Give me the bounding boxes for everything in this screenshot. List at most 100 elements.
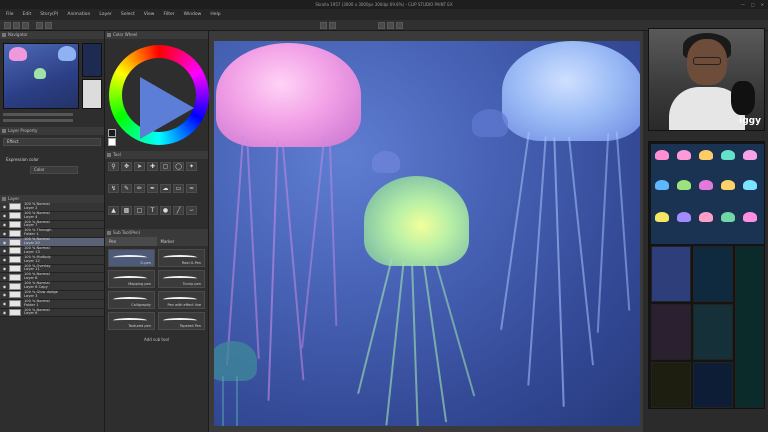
menu-window[interactable]: Window xyxy=(184,12,202,17)
menu-animation[interactable]: Animation xyxy=(67,12,90,17)
brush-preset[interactable]: Real G-Pen xyxy=(158,249,205,267)
gradient-tool-icon[interactable]: ▩ xyxy=(121,206,132,215)
menu-story[interactable]: Story(P) xyxy=(40,12,58,17)
layer-row[interactable]: ◉ 100 % Normal Layer 6 xyxy=(0,308,104,318)
redo-icon[interactable] xyxy=(45,22,52,29)
tab-marker[interactable]: Marker xyxy=(157,237,209,246)
sub-color-swatch[interactable] xyxy=(108,138,116,146)
ref-jelly xyxy=(677,150,691,160)
layer-row[interactable]: ◉ 100 % Through Folder 1 xyxy=(0,229,104,239)
visibility-eye-icon[interactable]: ◉ xyxy=(0,266,9,271)
eyedropper-icon[interactable]: ↯ xyxy=(108,184,119,193)
wand-tool-icon[interactable]: ✦ xyxy=(186,162,197,171)
snap-icon[interactable] xyxy=(378,22,385,29)
fill-icon[interactable] xyxy=(329,22,336,29)
drawing-canvas[interactable] xyxy=(214,41,640,426)
brush-preset[interactable]: Calligraphy xyxy=(108,291,155,309)
window-controls: — □ ✕ xyxy=(741,0,764,9)
ruler-icon[interactable] xyxy=(387,22,394,29)
close-icon[interactable]: ✕ xyxy=(761,0,764,9)
save-icon[interactable] xyxy=(22,22,29,29)
grid-icon[interactable] xyxy=(396,22,403,29)
visibility-eye-icon[interactable]: ◉ xyxy=(0,248,9,253)
ruler-tool-icon[interactable]: ╱ xyxy=(173,206,184,215)
layer-thumbnail xyxy=(9,229,21,237)
maximize-icon[interactable]: □ xyxy=(751,0,755,9)
blend-tool-icon[interactable]: ≈ xyxy=(186,184,197,193)
canvas-area xyxy=(209,31,643,432)
operation-tool-icon[interactable]: ➤ xyxy=(134,162,145,171)
layer-row[interactable]: ◉ 100 % Normal Layer 13 xyxy=(0,246,104,256)
balloon-tool-icon[interactable]: ● xyxy=(160,206,171,215)
layer-name: Layer 7 xyxy=(24,223,38,228)
menu-view[interactable]: View xyxy=(144,12,155,17)
figure-tool-icon[interactable]: □ xyxy=(134,206,145,215)
lasso-tool-icon[interactable]: ◯ xyxy=(173,162,184,171)
reference-thumbnail[interactable] xyxy=(82,43,102,77)
menu-layer[interactable]: Layer xyxy=(99,12,112,17)
hue-ring[interactable] xyxy=(109,45,209,145)
layer-row[interactable]: ◉ 100 % Overlay Layer 11 xyxy=(0,264,104,274)
visibility-eye-icon[interactable]: ◉ xyxy=(0,275,9,280)
visibility-eye-icon[interactable]: ◉ xyxy=(0,284,9,289)
visibility-eye-icon[interactable]: ◉ xyxy=(0,204,9,209)
visibility-eye-icon[interactable]: ◉ xyxy=(0,231,9,236)
brush-preset[interactable]: Textured pen xyxy=(108,312,155,330)
reference-photo-blue xyxy=(693,362,733,408)
visibility-eye-icon[interactable]: ◉ xyxy=(0,301,9,306)
navigator-panel[interactable] xyxy=(0,39,104,127)
layer-row[interactable]: ◉ 100 % Normal Layer 4 xyxy=(0,211,104,221)
layer-move-icon[interactable]: ✚ xyxy=(147,162,158,171)
layer-property-title: Layer Property xyxy=(0,127,104,135)
zoom-slider[interactable] xyxy=(3,113,73,116)
airbrush-icon[interactable]: ☁ xyxy=(160,184,171,193)
layer-row[interactable]: ◉ 100 % Glow dodge Layer 3 xyxy=(0,290,104,300)
eraser-icon[interactable]: ▭ xyxy=(173,184,184,193)
transform-icon[interactable] xyxy=(320,22,327,29)
menu-filter[interactable]: Filter xyxy=(163,12,174,17)
layer-row[interactable]: ◉ 100 % Normal Layer 20 xyxy=(0,237,104,247)
add-sub-tool-button[interactable]: Add sub tool xyxy=(105,337,208,342)
brush-preset[interactable]: G-pen xyxy=(108,249,155,267)
zoom-tool-icon[interactable]: ⚲ xyxy=(108,162,119,171)
layer-row[interactable]: ◉ 100 % Normal Layer 7 xyxy=(0,220,104,230)
text-tool-icon[interactable]: T xyxy=(147,206,158,215)
visibility-eye-icon[interactable]: ◉ xyxy=(0,213,9,218)
minimize-icon[interactable]: — xyxy=(741,0,745,9)
fill-tool-icon[interactable]: ▲ xyxy=(108,206,119,215)
pencil-tool-icon[interactable]: ✏ xyxy=(134,184,145,193)
tab-pen[interactable]: Pen xyxy=(105,237,157,246)
visibility-eye-icon[interactable]: ◉ xyxy=(0,310,9,315)
main-color-swatch[interactable] xyxy=(108,129,116,137)
visibility-eye-icon[interactable]: ◉ xyxy=(0,240,9,245)
visibility-eye-icon[interactable]: ◉ xyxy=(0,257,9,262)
menu-select[interactable]: Select xyxy=(121,12,135,17)
brush-tool-icon[interactable]: ✒ xyxy=(147,184,158,193)
visibility-eye-icon[interactable]: ◉ xyxy=(0,292,9,297)
new-file-icon[interactable] xyxy=(4,22,11,29)
menu-edit[interactable]: Edit xyxy=(23,12,32,17)
open-file-icon[interactable] xyxy=(13,22,20,29)
menu-help[interactable]: Help xyxy=(210,12,220,17)
layer-row[interactable]: ◉ 100 % Normal Layer 2 xyxy=(0,202,104,212)
undo-icon[interactable] xyxy=(36,22,43,29)
layer-row[interactable]: ◉ 100 % Multiply Layer 12 xyxy=(0,255,104,265)
expression-color-dropdown[interactable]: Color xyxy=(30,166,78,174)
navigator-preview[interactable] xyxy=(3,43,79,109)
pen-tool-icon[interactable]: ✎ xyxy=(121,184,132,193)
correct-line-icon[interactable]: ∽ xyxy=(186,206,197,215)
reference-thumbnail-light[interactable] xyxy=(82,79,102,109)
layer-row[interactable]: ◉ 100 % Normal Folder 1 xyxy=(0,299,104,309)
move-tool-icon[interactable]: ✥ xyxy=(121,162,132,171)
brush-preset[interactable]: Mapping pen xyxy=(108,270,155,288)
brush-preset[interactable]: Turnip pen xyxy=(158,270,205,288)
rotate-slider[interactable] xyxy=(3,119,73,122)
tentacle xyxy=(222,376,224,426)
layer-row[interactable]: ◉ 100 % Normal Layer 8 xyxy=(0,273,104,283)
visibility-eye-icon[interactable]: ◉ xyxy=(0,222,9,227)
saturation-value-triangle[interactable] xyxy=(140,77,194,139)
brush-preset[interactable]: Pen with effect line xyxy=(158,291,205,309)
selection-tool-icon[interactable]: ▢ xyxy=(160,162,171,171)
brush-preset[interactable]: Tapered Pen xyxy=(158,312,205,330)
menu-file[interactable]: File xyxy=(6,12,14,17)
